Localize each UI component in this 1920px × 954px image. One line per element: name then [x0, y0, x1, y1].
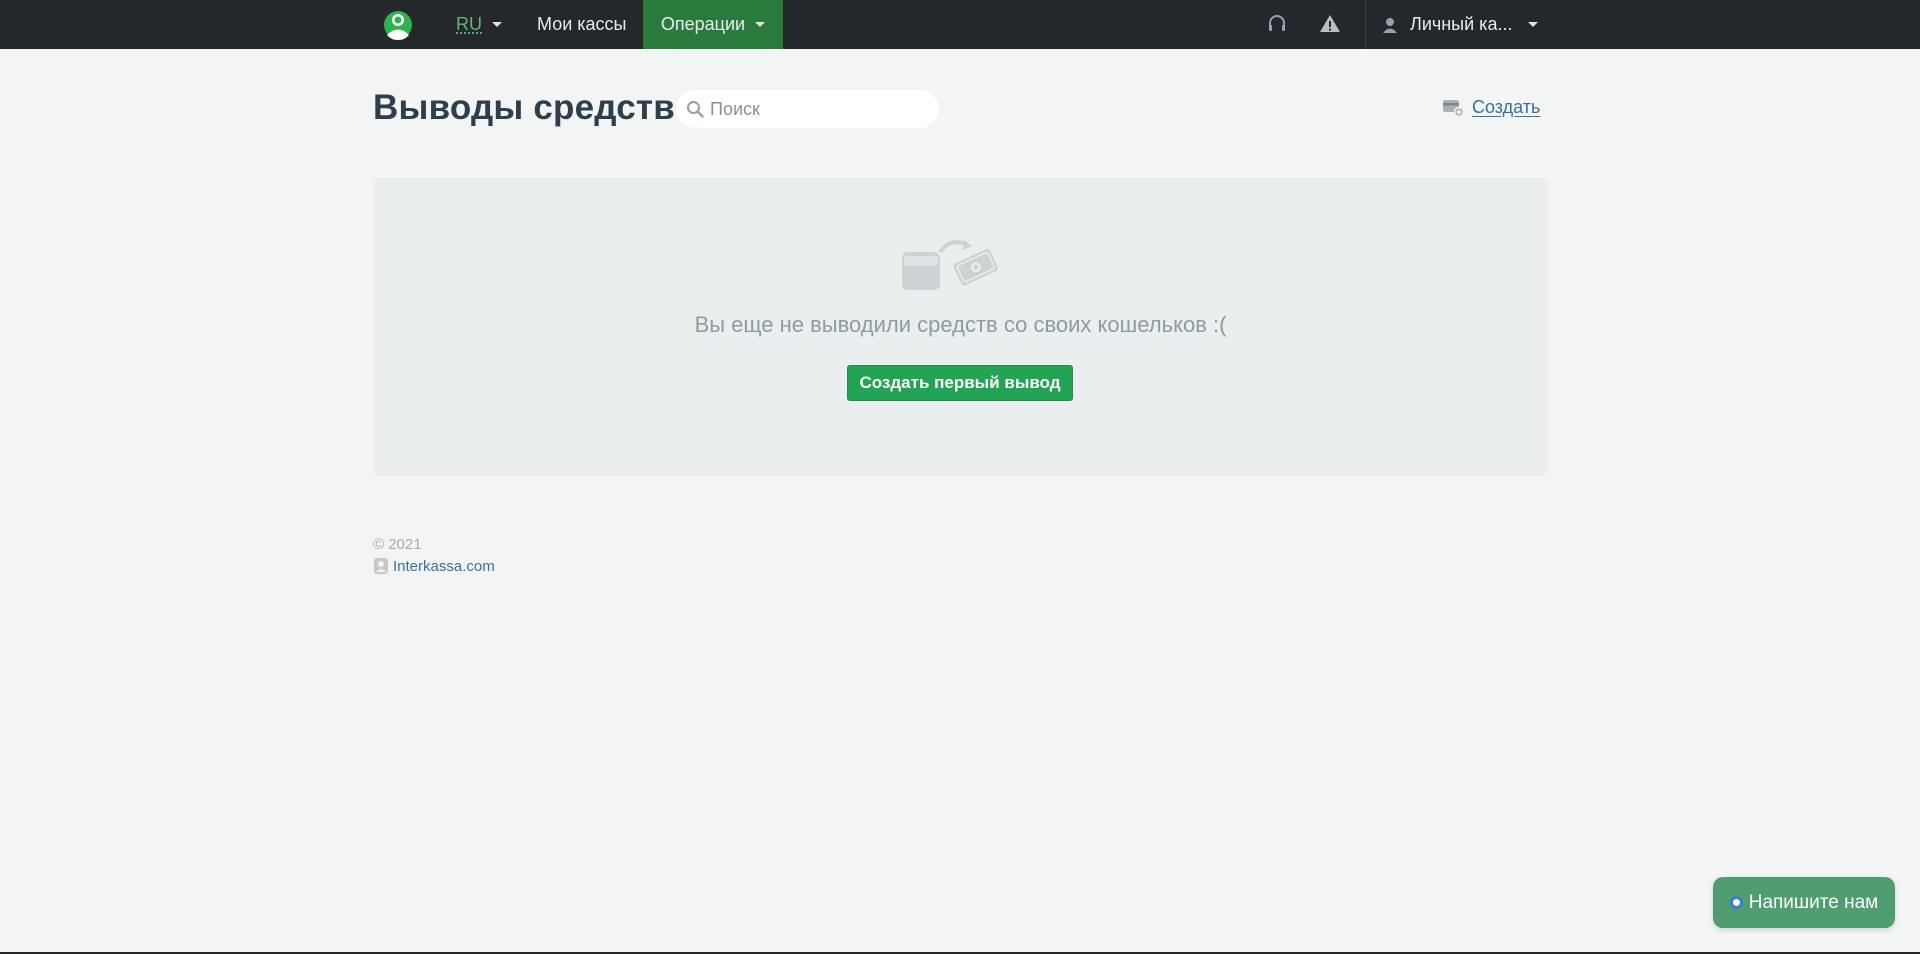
footer-site-link[interactable]: Interkassa.com [373, 557, 495, 575]
nav-divider [1365, 0, 1366, 49]
account-dropdown[interactable]: Личный ка... [1382, 0, 1539, 49]
alert-icon [1320, 15, 1340, 32]
footer-site-label: Interkassa.com [393, 557, 495, 575]
create-first-withdrawal-button[interactable]: Создать первый вывод [847, 365, 1073, 401]
interkassa-logo-icon[interactable] [383, 8, 413, 42]
top-navbar: RU Мои кассы Операции Личный ка... [0, 0, 1920, 49]
language-dropdown[interactable]: RU [456, 0, 502, 49]
alerts-button[interactable] [1318, 12, 1342, 36]
search-icon [686, 100, 704, 118]
support-button[interactable] [1265, 12, 1289, 36]
chat-status-icon [1729, 896, 1743, 909]
user-icon [1383, 17, 1397, 33]
page-title: Выводы средств [373, 88, 675, 127]
nav-operations-label: Операции [660, 14, 746, 34]
chat-label: Напишите нам [1748, 891, 1879, 913]
create-card-icon [1443, 99, 1464, 117]
chevron-down-icon [492, 22, 502, 27]
language-label: RU [456, 14, 482, 34]
chevron-down-icon [1528, 22, 1539, 27]
empty-state-panel: Вы еще не выводили средств со своих коше… [373, 178, 1548, 476]
interkassa-logo-icon [374, 558, 388, 574]
nav-operations[interactable]: Операции [643, 0, 783, 49]
account-label: Личный ка... [1410, 14, 1513, 34]
nav-my-cashboxes[interactable]: Мои кассы [537, 0, 626, 49]
search-box [676, 90, 939, 128]
chevron-down-icon [755, 22, 766, 27]
headset-icon [1269, 15, 1285, 31]
create-link-label: Создать [1472, 97, 1541, 117]
wallet-money-icon [902, 240, 998, 290]
create-link[interactable]: Создать [1442, 97, 1540, 118]
empty-state-message: Вы еще не выводили средств со своих коше… [694, 312, 1227, 337]
copyright-text: © 2021 [373, 536, 422, 553]
search-input[interactable] [710, 98, 930, 120]
chat-widget-button[interactable]: Напишите нам [1713, 877, 1895, 928]
